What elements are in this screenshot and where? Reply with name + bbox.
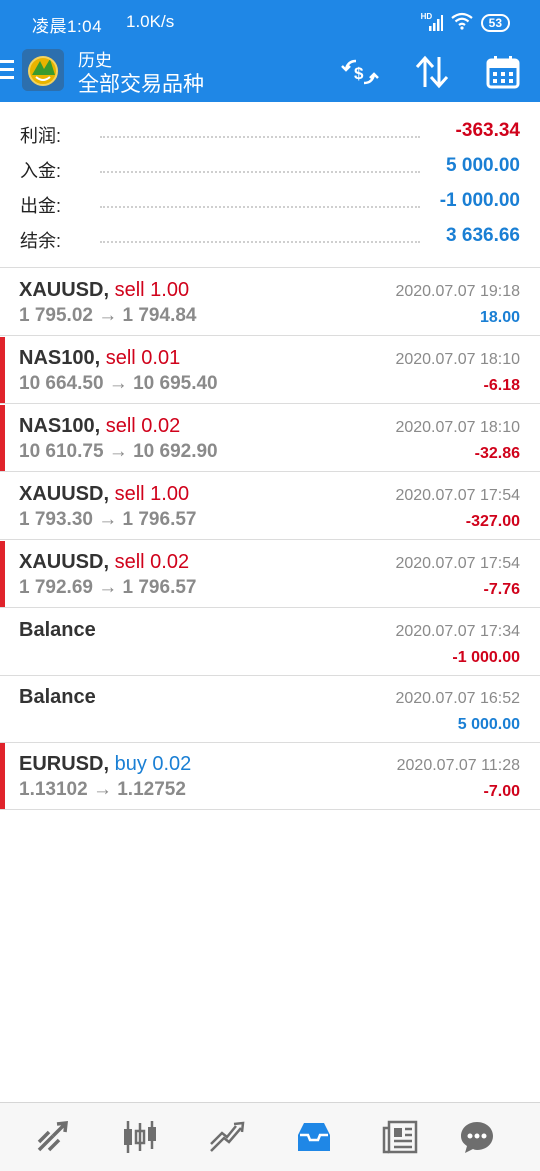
bottom-navigation [0, 1102, 540, 1171]
deal-row[interactable]: Balance 2020.07.07 17:34 -1 000.00 [0, 609, 540, 676]
battery-icon: 53 [480, 14, 510, 32]
deal-row[interactable]: EURUSD, buy 0.02 1.13102 → 1.12752 2020.… [0, 743, 540, 810]
deal-time: 2020.07.07 11:28 [396, 757, 520, 774]
deal-symbol: EURUSD [19, 753, 104, 775]
summary-value: 5 000.00 [440, 155, 520, 177]
account-summary: 利润: -363.34 入金: 5 000.00 出金: -1 000.00 结… [0, 102, 540, 268]
summary-value: -1 000.00 [433, 190, 520, 212]
deal-symbol: NAS100 [19, 415, 95, 437]
summary-value: 3 636.66 [440, 225, 520, 247]
deal-profit: 18.00 [479, 309, 520, 326]
deal-side: sell 0.01 [105, 347, 181, 369]
deal-side: sell 1.00 [114, 483, 190, 505]
deal-time: 2020.07.07 16:52 [395, 690, 520, 707]
summary-label: 入金: [20, 161, 62, 181]
summary-deposit: 入金: 5 000.00 [20, 151, 520, 186]
deal-prices: 10 610.75 → 10 692.90 [19, 441, 218, 462]
deal-symbol: XAUUSD [19, 483, 104, 505]
top-bar: 凌晨1:04 1.0K/s HD 53 历史 全部交易品种 $ [0, 0, 540, 102]
deal-profit: -6.18 [483, 377, 520, 394]
deal-symbol: XAUUSD [19, 279, 104, 301]
app-header: 历史 全部交易品种 $ [0, 44, 540, 102]
summary-label: 出金: [20, 196, 62, 216]
deal-prices: 1 795.02 → 1 794.84 [19, 305, 197, 326]
deal-row[interactable]: XAUUSD, sell 1.00 1 795.02 → 1 794.84 20… [0, 269, 540, 336]
deal-profit: -1 000.00 [452, 649, 520, 666]
sort-icon[interactable] [410, 50, 454, 94]
chart-icon[interactable] [118, 1115, 162, 1159]
symbol-filter[interactable]: 全部交易品种 [78, 68, 204, 98]
metatrader-logo [22, 49, 64, 91]
deal-prices: 1 793.30 → 1 796.57 [19, 509, 197, 530]
deal-side: sell 0.02 [114, 551, 190, 573]
history-icon[interactable] [292, 1115, 336, 1159]
deal-profit: -327.00 [465, 513, 520, 530]
deal-side: sell 1.00 [114, 279, 190, 301]
deal-time: 2020.07.07 18:10 [395, 419, 520, 436]
wifi-icon [450, 12, 473, 35]
deal-time: 2020.07.07 17:34 [395, 623, 520, 640]
deal-profit: -7.76 [483, 581, 520, 598]
chat-icon[interactable] [455, 1115, 499, 1159]
deal-side: sell 0.02 [105, 415, 181, 437]
deal-row[interactable]: NAS100, sell 0.02 10 610.75 → 10 692.90 … [0, 405, 540, 472]
deal-time: 2020.07.07 18:10 [395, 351, 520, 368]
deal-symbol: NAS100 [19, 347, 95, 369]
status-network-speed: 1.0K/s [126, 12, 175, 31]
signal-icon: HD [421, 12, 443, 32]
deal-side: buy 0.02 [114, 753, 192, 775]
deal-time: 2020.07.07 19:18 [395, 283, 520, 300]
status-time: 凌晨1:04 [32, 17, 103, 36]
deal-row[interactable]: Balance 2020.07.07 16:52 5 000.00 [0, 676, 540, 743]
trade-icon[interactable] [205, 1115, 249, 1159]
deal-row[interactable]: NAS100, sell 0.01 10 664.50 → 10 695.40 … [0, 337, 540, 404]
news-icon[interactable] [378, 1115, 422, 1159]
deal-time: 2020.07.07 17:54 [395, 487, 520, 504]
deal-profit: 5 000.00 [457, 716, 520, 733]
deal-prices: 1.13102 → 1.12752 [19, 779, 186, 800]
summary-balance: 结余: 3 636.66 [20, 221, 520, 256]
summary-label: 利润: [20, 126, 62, 146]
summary-label: 结余: [20, 231, 62, 251]
status-icons: HD 53 [421, 12, 510, 34]
deal-row[interactable]: XAUUSD, sell 0.02 1 792.69 → 1 796.57 20… [0, 541, 540, 608]
quotes-icon[interactable] [32, 1115, 76, 1159]
currency-exchange-icon[interactable]: $ [338, 50, 382, 94]
deal-time: 2020.07.07 17:54 [395, 555, 520, 572]
summary-value: -363.34 [449, 120, 520, 142]
summary-profit: 利润: -363.34 [20, 116, 520, 151]
status-bar: 凌晨1:04 1.0K/s HD 53 [0, 0, 540, 44]
deal-row[interactable]: XAUUSD, sell 1.00 1 793.30 → 1 796.57 20… [0, 473, 540, 540]
svg-text:$: $ [354, 64, 364, 83]
deal-prices: 10 664.50 → 10 695.40 [19, 373, 218, 394]
deal-profit: -32.86 [474, 445, 520, 462]
menu-icon[interactable] [0, 60, 14, 86]
deal-prices: 1 792.69 → 1 796.57 [19, 577, 197, 598]
deal-symbol: Balance [19, 686, 96, 708]
deal-symbol: Balance [19, 619, 96, 641]
deal-symbol: XAUUSD [19, 551, 104, 573]
calendar-icon[interactable] [481, 50, 525, 94]
summary-withdrawal: 出金: -1 000.00 [20, 186, 520, 221]
deal-profit: -7.00 [483, 783, 520, 800]
